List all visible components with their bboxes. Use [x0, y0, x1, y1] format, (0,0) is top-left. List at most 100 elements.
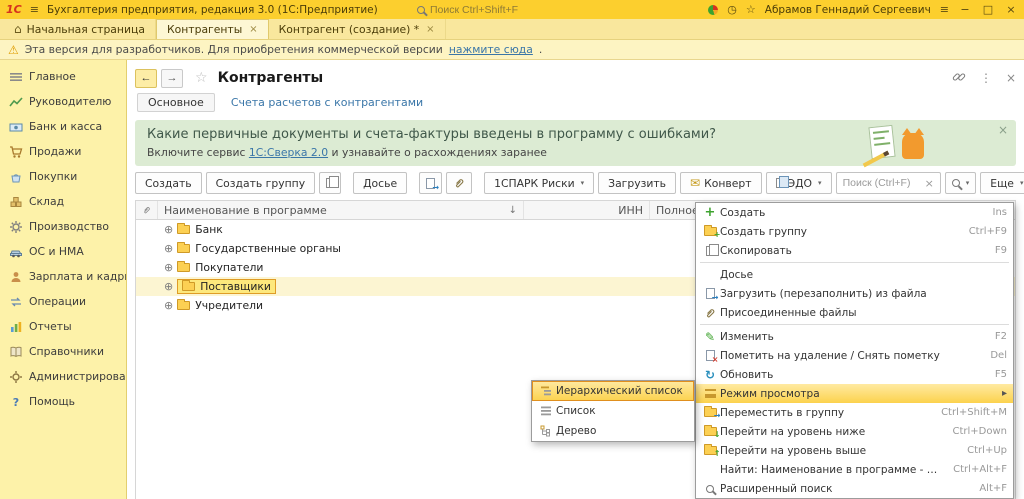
close-button[interactable]: ×: [1004, 3, 1018, 16]
tab-kontragent-create[interactable]: Контрагент (создание) * ×: [269, 19, 446, 39]
bar-chart-icon: [9, 320, 23, 334]
create-group-button[interactable]: Создать группу: [206, 172, 315, 194]
sidebar-item-production[interactable]: Производство: [0, 214, 126, 239]
favorite-star-icon[interactable]: ☆: [195, 70, 208, 86]
menu-item-load-from-file[interactable]: → Загрузить (перезаполнить) из файла: [696, 284, 1013, 303]
submenu-item-hierarchical-list[interactable]: Иерархический список: [532, 381, 694, 401]
sidebar-item-help[interactable]: ? Помощь: [0, 389, 126, 414]
back-button[interactable]: ←: [135, 69, 157, 88]
menu-item-create[interactable]: + Создать Ins: [696, 203, 1013, 222]
expand-icon[interactable]: ⊕: [164, 223, 173, 236]
global-search-input[interactable]: [430, 4, 590, 16]
selected-cell: Поставщики: [177, 279, 276, 294]
sidebar-item-purchases[interactable]: Покупки: [0, 164, 126, 189]
menu-item-level-up[interactable]: ↑ Перейти на уровень выше Ctrl+Up: [696, 441, 1013, 460]
menu-item-refresh[interactable]: ↻ Обновить F5: [696, 365, 1013, 384]
expand-icon[interactable]: ⊕: [164, 299, 173, 312]
history-icon[interactable]: ◷: [727, 4, 737, 15]
expand-icon[interactable]: ⊕: [164, 280, 173, 293]
inn-column-header[interactable]: ИНН: [524, 201, 650, 219]
buy-commercial-link[interactable]: нажмите сюда: [449, 43, 533, 56]
more-button[interactable]: Еще▾: [980, 172, 1024, 194]
menu-item-dossier[interactable]: Досье: [696, 265, 1013, 284]
sidebar-item-bank-cash[interactable]: Банк и касса: [0, 114, 126, 139]
attachments-column-header[interactable]: [136, 201, 158, 219]
folder-icon: [177, 263, 190, 272]
edo-button[interactable]: ЭДО▾: [766, 172, 832, 194]
tab-main-section[interactable]: Основное: [137, 93, 215, 112]
sidebar-item-manager[interactable]: Руководителю: [0, 89, 126, 114]
attached-files-button[interactable]: [446, 172, 472, 194]
more-actions-kebab-icon[interactable]: ⋮: [980, 71, 992, 85]
close-form-icon[interactable]: ×: [1006, 71, 1016, 85]
sidebar-item-administration[interactable]: Администрирование: [0, 364, 126, 389]
forward-button[interactable]: →: [161, 69, 183, 88]
load-from-file-button[interactable]: →: [419, 172, 442, 194]
chart-line-icon: [9, 95, 23, 109]
list-icon: [540, 405, 552, 417]
expand-icon[interactable]: ⊕: [164, 242, 173, 255]
dev-banner-text: Эта версия для разработчиков. Для приобр…: [25, 43, 443, 56]
hamburger-menu-icon[interactable]: ≡: [30, 4, 39, 15]
car-icon: [9, 245, 23, 259]
minimize-button[interactable]: −: [958, 3, 972, 16]
sidebar-item-directories[interactable]: Справочники: [0, 339, 126, 364]
tab-close-icon[interactable]: ×: [249, 24, 257, 35]
sidebar-item-main[interactable]: Главное: [0, 64, 126, 89]
submenu-item-tree[interactable]: Дерево: [532, 421, 694, 441]
link-icon[interactable]: [952, 70, 966, 87]
maximize-button[interactable]: □: [981, 3, 995, 16]
expand-icon[interactable]: ⊕: [164, 261, 173, 274]
folder-icon: [177, 301, 190, 310]
tab-close-icon[interactable]: ×: [426, 24, 434, 35]
menu-item-create-group[interactable]: + Создать группу Ctrl+F9: [696, 222, 1013, 241]
home-icon: ⌂: [14, 22, 22, 36]
sidebar-item-payroll-hr[interactable]: Зарплата и кадры: [0, 264, 126, 289]
load-button[interactable]: Загрузить: [598, 172, 676, 194]
name-column-header[interactable]: Наименование в программе ↓: [158, 201, 524, 219]
envelope-button[interactable]: ✉Конверт: [680, 172, 762, 194]
menu-item-mark-deletion[interactable]: × Пометить на удаление / Снять пометку D…: [696, 346, 1013, 365]
tab-label: Контрагент (создание) *: [279, 23, 420, 36]
list-search-input[interactable]: [843, 177, 923, 189]
search-options-button[interactable]: ▾: [945, 172, 977, 194]
favorites-icon[interactable]: ☆: [746, 4, 756, 15]
dossier-button[interactable]: Досье: [353, 172, 407, 194]
sidebar-item-operations[interactable]: Операции: [0, 289, 126, 314]
global-search[interactable]: [417, 4, 607, 16]
sidebar-item-sales[interactable]: Продажи: [0, 139, 126, 164]
sidebar-item-warehouse[interactable]: Склад: [0, 189, 126, 214]
settings-menu-icon[interactable]: ≡: [940, 4, 949, 15]
titlebar: 1С ≡ Бухгалтерия предприятия, редакция 3…: [0, 0, 1024, 19]
spark-risks-button[interactable]: 1СПАРК Риски▾: [484, 172, 594, 194]
service-status-icon[interactable]: [708, 5, 718, 15]
menu-item-view-mode[interactable]: Режим просмотра ▸: [696, 384, 1013, 403]
1c-logo: 1С: [6, 3, 22, 16]
create-button[interactable]: Создать: [135, 172, 202, 194]
main-icon: [9, 70, 23, 84]
cart-icon: [9, 145, 23, 159]
menu-item-copy[interactable]: Скопировать F9: [696, 241, 1013, 260]
menu-item-find[interactable]: Найти: Наименование в программе - Постав…: [696, 460, 1013, 479]
tab-settlement-accounts[interactable]: Счета расчетов с контрагентами: [231, 96, 423, 109]
submenu-item-list[interactable]: Список: [532, 401, 694, 421]
tab-home[interactable]: ⌂ Начальная страница: [4, 19, 156, 39]
menu-item-move-to-group[interactable]: → Переместить в группу Ctrl+Shift+M: [696, 403, 1013, 422]
menu-item-edit[interactable]: ✎ Изменить F2: [696, 327, 1013, 346]
sverka-link[interactable]: 1С:Сверка 2.0: [249, 146, 328, 159]
sidebar-item-fixed-assets[interactable]: ОС и НМА: [0, 239, 126, 264]
banknote-icon: [9, 120, 23, 134]
sidebar-item-reports[interactable]: Отчеты: [0, 314, 126, 339]
tab-kontragenty[interactable]: Контрагенты ×: [156, 19, 269, 39]
boxes-icon: [9, 195, 23, 209]
clear-search-icon[interactable]: ×: [923, 177, 936, 190]
menu-item-advanced-search[interactable]: Расширенный поиск Alt+F: [696, 479, 1013, 498]
promo-close-icon[interactable]: ×: [998, 123, 1008, 137]
menu-item-level-down[interactable]: ↓ Перейти на уровень ниже Ctrl+Down: [696, 422, 1013, 441]
copy-button[interactable]: [319, 172, 341, 194]
admin-gear-icon: [9, 370, 23, 384]
edo-icon: [776, 178, 784, 188]
current-user[interactable]: Абрамов Геннадий Сергеевич: [765, 4, 931, 16]
menu-item-attached-files[interactable]: Присоединенные файлы: [696, 303, 1013, 322]
dev-version-banner: ⚠ Эта версия для разработчиков. Для прио…: [0, 40, 1024, 60]
